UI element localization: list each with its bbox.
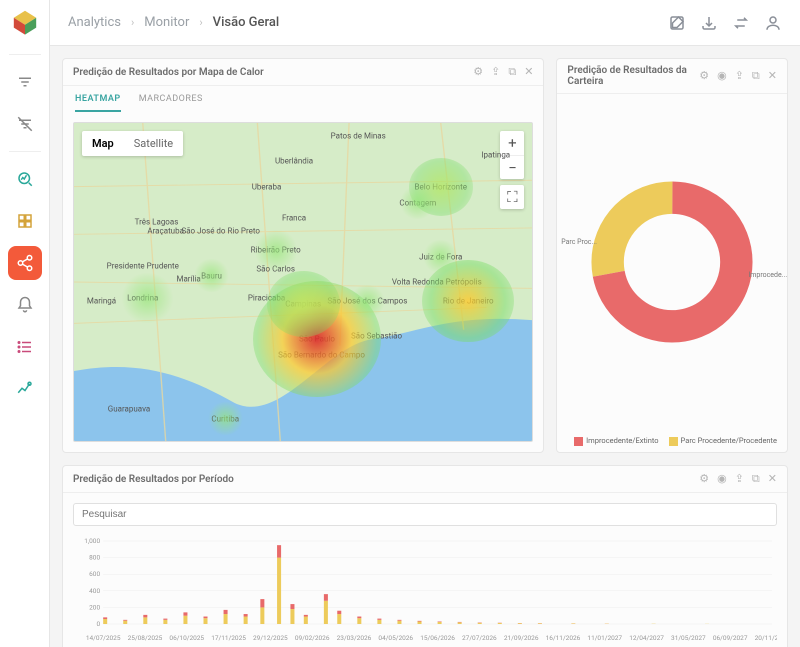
close-icon[interactable]: ✕ xyxy=(768,472,777,486)
upload-icon[interactable]: ⇪ xyxy=(735,472,744,486)
zoom-in-button[interactable]: + xyxy=(500,131,524,155)
tab-heatmap[interactable]: HEATMAP xyxy=(75,94,121,112)
svg-text:200: 200 xyxy=(89,603,100,611)
slice-label: Improcede... xyxy=(748,271,787,279)
list-icon[interactable] xyxy=(8,330,42,364)
chevron-right-icon: › xyxy=(131,16,134,29)
breadcrumb-item[interactable]: Monitor xyxy=(144,15,189,30)
copy-icon[interactable]: ⧉ xyxy=(752,472,760,486)
donut-chart: Parc Proc... Improcede... xyxy=(587,177,757,347)
breadcrumb-item[interactable]: Analytics xyxy=(68,15,121,30)
panel-heatmap: Predição de Resultados por Mapa de Calor… xyxy=(62,58,544,453)
svg-text:06/10/2025: 06/10/2025 xyxy=(169,634,204,642)
breadcrumb: Analytics › Monitor › Visão Geral xyxy=(68,15,279,30)
grid-icon[interactable] xyxy=(8,204,42,238)
map-type-satellite[interactable]: Satellite xyxy=(124,131,183,156)
svg-text:17/11/2025: 17/11/2025 xyxy=(211,634,246,642)
svg-text:800: 800 xyxy=(89,554,100,562)
trend-icon[interactable] xyxy=(8,372,42,406)
svg-text:04/05/2026: 04/05/2026 xyxy=(378,634,413,642)
chevron-right-icon: › xyxy=(199,16,202,29)
svg-text:600: 600 xyxy=(89,570,100,578)
close-icon[interactable]: ✕ xyxy=(768,69,777,83)
search-input[interactable] xyxy=(73,503,777,526)
donut-legend: Improcedente/Extinto Parc Procedente/Pro… xyxy=(557,430,787,452)
logo xyxy=(11,8,39,36)
map-type-switch[interactable]: Map Satellite xyxy=(82,131,183,156)
edit-icon[interactable] xyxy=(668,14,686,32)
gear-icon[interactable]: ⚙ xyxy=(473,65,483,79)
svg-text:11/01/2027: 11/01/2027 xyxy=(587,634,622,642)
svg-text:27/07/2026: 27/07/2026 xyxy=(462,634,497,642)
sidebar xyxy=(0,0,50,647)
panel-title: Predição de Resultados por Período xyxy=(73,474,234,485)
analytics-icon[interactable] xyxy=(8,162,42,196)
svg-text:29/12/2025: 29/12/2025 xyxy=(253,634,288,642)
svg-text:0: 0 xyxy=(96,620,100,628)
copy-icon[interactable]: ⧉ xyxy=(752,69,760,83)
svg-text:21/09/2026: 21/09/2026 xyxy=(504,634,539,642)
close-icon[interactable]: ✕ xyxy=(524,65,533,79)
topbar: Analytics › Monitor › Visão Geral xyxy=(50,0,800,46)
panel-period: Predição de Resultados por Período ⚙ ◉ ⇪… xyxy=(62,465,788,647)
breadcrumb-current: Visão Geral xyxy=(213,15,280,30)
map[interactable]: Map Satellite + − ⛶ Patos de MinasUberlâ… xyxy=(73,122,533,442)
svg-text:31/05/2027: 31/05/2027 xyxy=(671,634,706,642)
gear-icon[interactable]: ⚙ xyxy=(699,69,709,83)
download-icon[interactable] xyxy=(700,14,718,32)
bar-chart: 0 200 400 600 800 1,000 14/07/2025 25/08/2025 06… xyxy=(73,536,777,646)
svg-text:1,000: 1,000 xyxy=(84,537,100,545)
panel-title: Predição de Resultados da Carteira xyxy=(567,65,699,87)
slice-label: Parc Proc... xyxy=(561,238,597,246)
swap-icon[interactable] xyxy=(732,14,750,32)
svg-text:12/04/2027: 12/04/2027 xyxy=(629,634,664,642)
svg-text:09/02/2026: 09/02/2026 xyxy=(295,634,330,642)
zoom-out-button[interactable]: − xyxy=(500,155,524,179)
user-icon[interactable] xyxy=(764,14,782,32)
svg-text:25/08/2025: 25/08/2025 xyxy=(128,634,163,642)
panel-title: Predição de Resultados por Mapa de Calor xyxy=(73,67,264,78)
fullscreen-button[interactable]: ⛶ xyxy=(500,185,524,209)
camera-icon[interactable]: ◉ xyxy=(717,69,727,83)
svg-text:400: 400 xyxy=(89,587,100,595)
svg-text:20/11/2028: 20/11/2028 xyxy=(755,634,777,642)
share-icon[interactable] xyxy=(8,246,42,280)
panel-donut: Predição de Resultados da Carteira ⚙ ◉ ⇪… xyxy=(556,58,788,453)
tab-markers[interactable]: MARCADORES xyxy=(139,94,203,112)
svg-text:14/07/2025: 14/07/2025 xyxy=(86,634,121,642)
filter-icon[interactable] xyxy=(8,65,42,99)
copy-icon[interactable]: ⧉ xyxy=(508,65,516,79)
gear-icon[interactable]: ⚙ xyxy=(699,472,709,486)
svg-text:23/03/2026: 23/03/2026 xyxy=(337,634,372,642)
map-type-map[interactable]: Map xyxy=(82,131,124,156)
bell-icon[interactable] xyxy=(8,288,42,322)
svg-text:16/11/2026: 16/11/2026 xyxy=(546,634,581,642)
svg-text:15/06/2026: 15/06/2026 xyxy=(420,634,455,642)
upload-icon[interactable]: ⇪ xyxy=(491,65,500,79)
camera-icon[interactable]: ◉ xyxy=(717,472,727,486)
filter-off-icon[interactable] xyxy=(8,107,42,141)
upload-icon[interactable]: ⇪ xyxy=(735,69,744,83)
svg-text:06/09/2027: 06/09/2027 xyxy=(713,634,748,642)
